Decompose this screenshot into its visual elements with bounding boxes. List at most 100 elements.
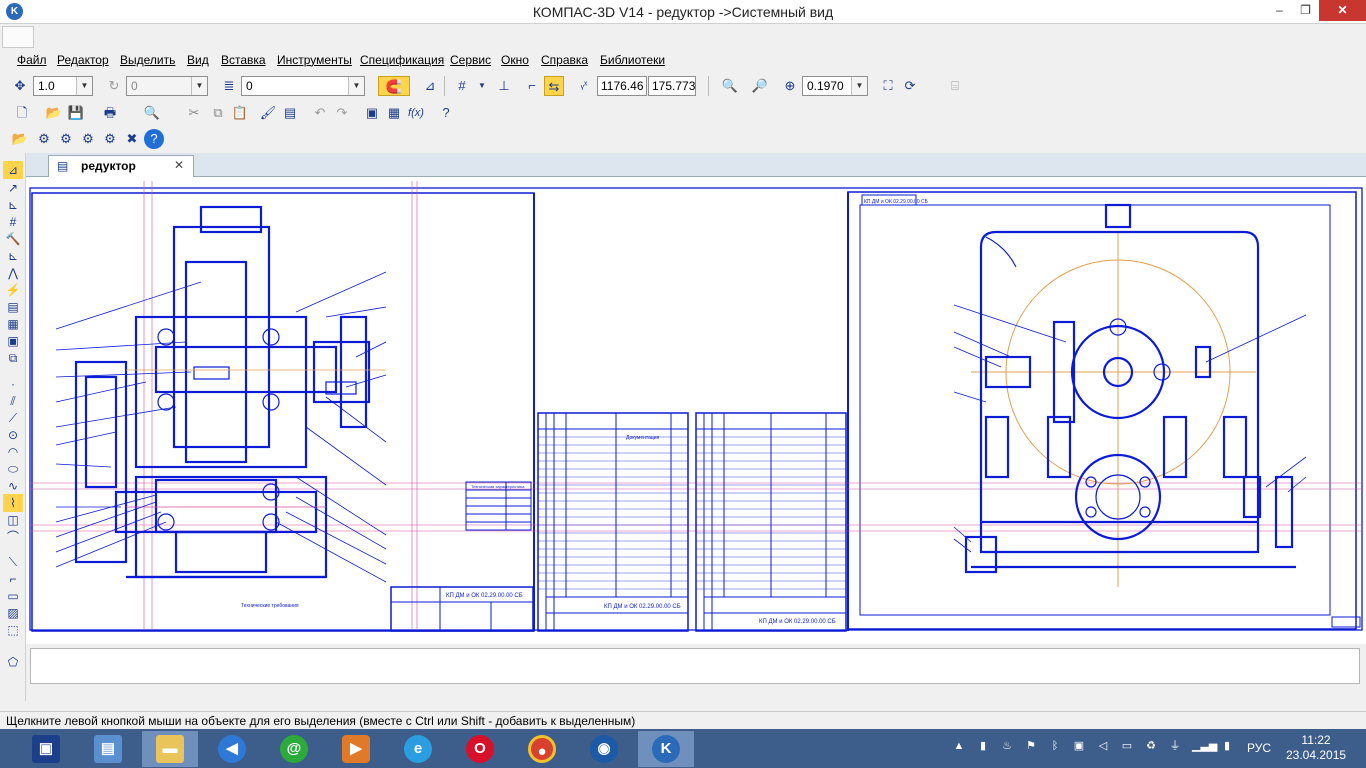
spec-icon[interactable]: ⚡ — [3, 281, 23, 299]
zoom-window-icon[interactable]: 🔍 — [720, 76, 740, 96]
bluetooth-icon[interactable]: ᛒ — [1048, 739, 1062, 753]
properties-icon[interactable]: ▤ — [280, 103, 300, 123]
library-icon[interactable]: ⚙ — [56, 129, 76, 149]
library-folder-icon[interactable]: 📂 — [10, 129, 30, 149]
menu-libraries[interactable]: Библиотеки — [600, 53, 665, 67]
open-folder-icon[interactable]: 📂 — [44, 103, 64, 123]
new-document-icon[interactable]: 🗋 — [12, 103, 32, 123]
parametric-mode-icon[interactable]: ⇆ — [544, 76, 564, 96]
local-snap-icon[interactable]: ⊿ — [420, 76, 440, 96]
contour-icon[interactable]: ◫ — [3, 511, 23, 529]
usb-icon[interactable]: ⏚ — [1168, 739, 1182, 753]
ortho-icon[interactable]: ⌐ — [522, 76, 542, 96]
library-icon[interactable]: ⚙ — [100, 129, 120, 149]
tray-app-icon[interactable]: ▭ — [1120, 739, 1134, 753]
paste-icon[interactable]: 📋 — [230, 103, 250, 123]
taskbar-media[interactable]: ▶ — [328, 731, 384, 767]
restore-button[interactable]: ❐ — [1292, 0, 1319, 21]
menu-window[interactable]: Окно — [501, 53, 529, 67]
help-icon[interactable]: ? — [144, 129, 164, 149]
taskbar-kompas[interactable]: K — [638, 731, 694, 767]
insert-icon[interactable]: ▦ — [3, 315, 23, 333]
measure-icon[interactable]: ⌸ — [945, 76, 965, 96]
menu-file[interactable]: Файл — [17, 53, 47, 67]
layer-combo[interactable]: 0 ▼ — [241, 76, 365, 96]
chamfer-icon[interactable]: ⟍ — [3, 553, 23, 571]
library-icon[interactable]: ⚙ — [78, 129, 98, 149]
geometry-icon[interactable]: ⊿ — [3, 161, 23, 179]
zoom-all-icon[interactable]: 🔎 — [750, 76, 770, 96]
language-indicator[interactable]: РУС — [1247, 741, 1271, 755]
taskbar-app[interactable]: ◉ — [576, 731, 632, 767]
menu-insert[interactable]: Вставка — [221, 53, 266, 67]
chevron-down-icon[interactable]: ▼ — [472, 76, 492, 96]
arc-icon[interactable]: ◠ — [3, 443, 23, 461]
aux-line-icon[interactable]: ⫽ — [3, 392, 23, 410]
cut-icon[interactable]: ✂ — [184, 103, 204, 123]
menu-select[interactable]: Выделить — [120, 53, 175, 67]
polyline-icon[interactable]: ⌇ — [3, 494, 23, 512]
menu-view[interactable]: Вид — [187, 53, 209, 67]
local-coordinates-icon[interactable]: ⊥ — [494, 76, 514, 96]
measure-icon[interactable]: ⊾ — [3, 247, 23, 265]
drawing-canvas[interactable]: КП ДМ и ОК 02.29.00.00 СБ Техническая ха… — [26, 177, 1366, 644]
circle-icon[interactable]: ⊙ — [3, 426, 23, 444]
tray-app-icon[interactable]: ▮ — [976, 739, 990, 753]
menu-help[interactable]: Справка — [541, 53, 588, 67]
volume-icon[interactable]: ◁ — [1096, 739, 1110, 753]
dimensions-icon[interactable]: ↗ — [3, 179, 23, 197]
refresh-icon[interactable]: ⟳ — [900, 76, 920, 96]
save-icon[interactable]: 💾 — [66, 103, 86, 123]
ellipse-icon[interactable]: ⬭ — [3, 460, 23, 478]
taskbar-qip[interactable]: @ — [266, 731, 322, 767]
format-painter-icon[interactable]: 🖌 — [258, 103, 278, 123]
taskbar-opera[interactable]: O — [452, 731, 508, 767]
pan-icon[interactable]: ⛶ — [878, 76, 898, 96]
taskbar-save-app[interactable]: ▣ — [18, 731, 74, 767]
variables-icon[interactable]: ▦ — [384, 103, 404, 123]
battery-icon[interactable]: ▮ — [1220, 739, 1234, 753]
collect-contour-icon[interactable]: ⬚ — [3, 621, 23, 639]
layers-icon[interactable]: ≣ — [219, 76, 239, 96]
toolbar-grip[interactable] — [2, 26, 34, 48]
undo-icon[interactable]: ↶ — [310, 103, 330, 123]
taskbar-chrome[interactable]: ● — [514, 731, 570, 767]
copy-icon[interactable]: ⧉ — [208, 103, 228, 123]
segment-icon[interactable]: ⟋ — [3, 409, 23, 427]
step-cursor-icon[interactable]: ✥ — [10, 76, 30, 96]
grid-icon[interactable]: # — [452, 76, 472, 96]
fragment-icon[interactable]: ▣ — [3, 332, 23, 350]
tab-reduktor[interactable]: ▤ редуктор ✕ — [48, 155, 194, 177]
x-coordinate-field[interactable]: 1176.46 — [597, 76, 647, 96]
library-manager-icon[interactable]: ⚙ — [34, 129, 54, 149]
function-icon[interactable]: f(x) — [406, 103, 426, 123]
tools-icon[interactable]: ✖ — [122, 129, 142, 149]
edit-icon[interactable]: # — [3, 213, 23, 231]
tray-app-icon[interactable]: ♨ — [1000, 739, 1014, 753]
y-coordinate-field[interactable]: 175.7730 — [648, 76, 696, 96]
taskbar-internet-explorer[interactable]: e — [390, 731, 446, 767]
fillet-icon[interactable]: ⌒ — [3, 528, 23, 546]
manager-icon[interactable]: ▣ — [362, 103, 382, 123]
properties-panel[interactable] — [30, 648, 1360, 684]
close-tab-icon[interactable]: ✕ — [174, 158, 184, 172]
zoom-in-icon[interactable]: ⊕ — [780, 76, 800, 96]
point-icon[interactable]: · — [3, 375, 23, 393]
reports-icon[interactable]: ▤ — [3, 298, 23, 316]
snap-magnet-icon[interactable]: 🧲 — [378, 76, 410, 96]
step-combo[interactable]: 1.0 ▼ — [33, 76, 93, 96]
taskbar-media-player[interactable]: ◀ — [204, 731, 260, 767]
polygon-icon[interactable]: ⬠ — [3, 653, 23, 671]
parametrization-icon[interactable]: 🔨 — [3, 230, 23, 248]
tray-app-icon[interactable]: ▣ — [1072, 739, 1086, 753]
equidistant-icon[interactable]: ⌐ — [3, 570, 23, 588]
taskbar-control-panel[interactable]: ▤ — [80, 731, 136, 767]
spline-icon[interactable]: ∿ — [3, 477, 23, 495]
print-icon[interactable]: 🖶 — [100, 103, 120, 123]
clock[interactable]: 11:22 23.04.2015 — [1286, 733, 1346, 763]
tray-app-icon[interactable]: ♻ — [1144, 739, 1158, 753]
help-pointer-icon[interactable]: ? — [436, 103, 456, 123]
menu-specification[interactable]: Спецификация — [360, 53, 444, 67]
print-preview-icon[interactable]: 🔍 — [142, 103, 162, 123]
rectangle-icon[interactable]: ▭ — [3, 587, 23, 605]
